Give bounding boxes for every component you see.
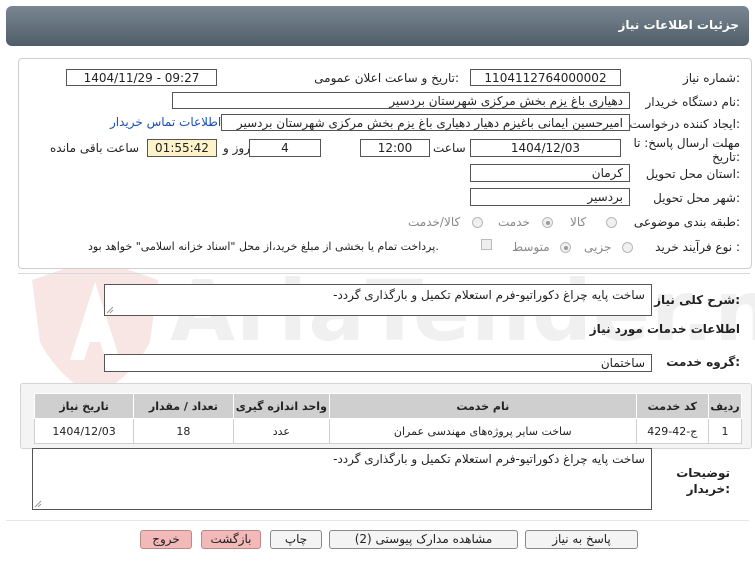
view-attachments-button[interactable]: مشاهده مدارک پیوستی (2) (329, 530, 518, 549)
deadline-label-line2: تاریخ: (712, 150, 740, 164)
buyer-notes-field: ساخت پایه چراغ دکوراتیو-فرم استعلام تکمی… (32, 448, 652, 510)
need-details-panel (18, 58, 752, 269)
summary-label: شرح کلی نیاز: (654, 293, 740, 307)
process-option-minor: جزیی (584, 240, 612, 254)
province-field: کرمان (470, 164, 630, 182)
category-option-goods: کالا (570, 215, 587, 229)
category-label: طبقه بندی موضوعی: (633, 215, 740, 229)
treasury-payment-note: پرداخت تمام یا بخشی از مبلغ خرید،از محل … (88, 240, 439, 253)
buyer-notes-label-line1: توضیحات (676, 466, 730, 480)
process-option-medium: متوسط (512, 240, 550, 254)
cell-name: ساخت سایر پروژه‌های مهندسی عمران (329, 418, 637, 444)
creator-label: ایجاد کننده درخواست: (629, 117, 740, 131)
category-radio-goods-service[interactable] (472, 217, 483, 228)
cell-date: 1404/12/03 (33, 418, 135, 444)
back-button[interactable]: بازگشت (201, 530, 261, 549)
process-type-label: نوع فرآیند خرید : (655, 240, 740, 254)
table-row: 1 ج-42-429 ساخت سایر پروژه‌های مهندسی عم… (33, 418, 742, 444)
resize-grip-icon[interactable] (34, 500, 42, 508)
deadline-time-field: 12:00 (360, 139, 430, 157)
reply-button[interactable]: پاسخ به نیاز (525, 530, 638, 549)
summary-field: ساخت پایه چراغ دکوراتیو-فرم استعلام تکمی… (104, 284, 652, 316)
need-number-field: 1104112764000002 (470, 69, 621, 86)
announce-datetime-label: تاریخ و ساعت اعلان عمومی: (314, 71, 459, 85)
col-name: نام خدمت (329, 393, 637, 419)
process-radio-medium[interactable] (560, 242, 571, 253)
deadline-label-line1: مهلت ارسال پاسخ: تا (633, 136, 740, 150)
days-label: روز و (223, 141, 250, 155)
col-code: کد خدمت (635, 393, 710, 419)
buyer-org-field: دهیاری باغ یزم بخش مرکزی شهرستان بردسیر (172, 92, 630, 109)
category-option-goods-service: کالا/خدمت (408, 215, 461, 229)
col-unit: واحد اندازه گیری (232, 393, 331, 419)
page-title: جزئیات اطلاعات نیاز (618, 18, 739, 32)
cell-unit: عدد (232, 418, 331, 444)
buyer-contact-link[interactable]: اطلاعات تماس خریدار (110, 115, 221, 129)
footer-divider (6, 520, 749, 521)
print-button[interactable]: چاپ (270, 530, 322, 549)
services-section-title: اطلاعات خدمات مورد نیاز (589, 322, 740, 336)
exit-button[interactable]: خروج (140, 530, 192, 549)
city-field: بردسیر (470, 188, 630, 206)
services-table: ردیف کد خدمت نام خدمت واحد اندازه گیری ت… (33, 393, 742, 444)
need-number-label: شماره نیاز: (682, 71, 740, 85)
creator-field: امیرحسین ایمانی باغیزم دهیار دهیاری باغ … (221, 114, 630, 131)
remaining-time-label: ساعت باقی مانده (50, 141, 140, 155)
city-label: شهر محل تحویل: (653, 191, 740, 205)
table-header-row: ردیف کد خدمت نام خدمت واحد اندازه گیری ت… (33, 393, 742, 419)
col-qty: تعداد / مقدار (133, 393, 234, 419)
buyer-notes-label-line2: خریدار: (686, 482, 730, 496)
process-radio-minor[interactable] (622, 242, 633, 253)
treasury-payment-checkbox[interactable] (481, 239, 492, 250)
buyer-org-label: نام دستگاه خریدار: (645, 95, 741, 109)
cell-qty: 18 (133, 418, 234, 444)
cell-row: 1 (708, 418, 742, 444)
col-row: ردیف (708, 393, 742, 419)
deadline-time-label: ساعت (433, 141, 466, 155)
days-remaining-field: 4 (249, 139, 321, 157)
service-group-field: ساختمان (104, 354, 652, 372)
remaining-time-field: 01:55:42 (147, 139, 217, 157)
service-group-label: گروه خدمت: (666, 355, 740, 369)
divider (18, 273, 750, 274)
category-option-service: خدمت (498, 215, 530, 229)
category-radio-goods[interactable] (606, 217, 617, 228)
announce-datetime-field: 1404/11/29 - 09:27 (66, 69, 217, 86)
province-label: استان محل تحویل: (645, 167, 740, 181)
col-date: تاریخ نیاز (33, 393, 135, 419)
resize-grip-icon[interactable] (106, 306, 114, 314)
deadline-date-field: 1404/12/03 (470, 139, 621, 157)
category-radio-service[interactable] (542, 217, 553, 228)
cell-code: ج-42-429 (635, 418, 710, 444)
